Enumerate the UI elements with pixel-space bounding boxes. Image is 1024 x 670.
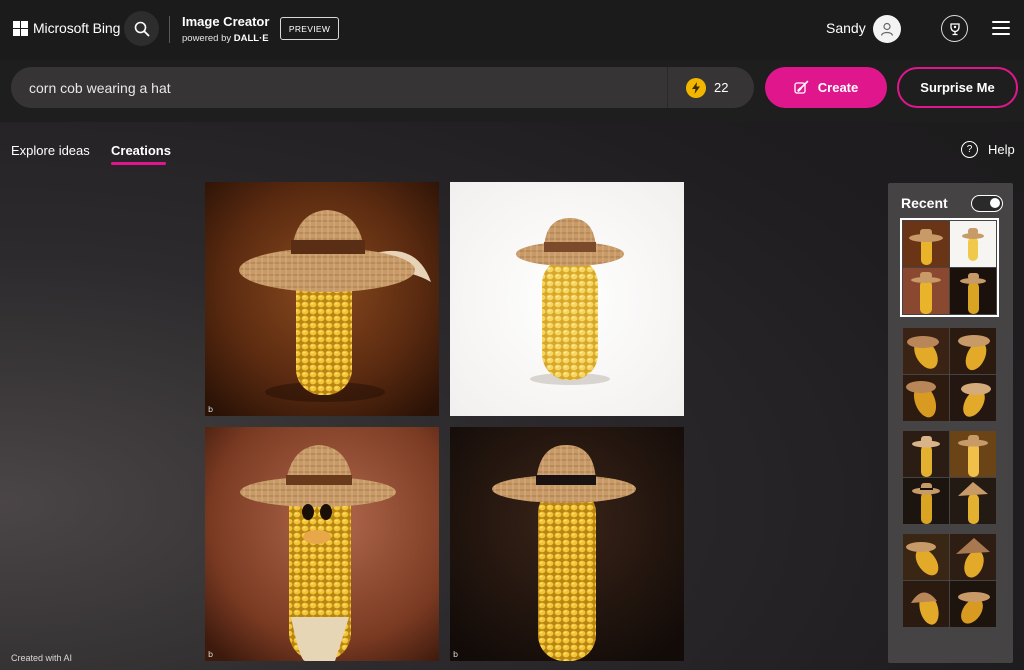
recent-thumb [950,431,996,477]
powered-by: powered by DALL·E [182,33,269,44]
microsoft-logo-icon [13,20,28,36]
recent-thumb [950,328,996,374]
user-name[interactable]: Sandy [826,20,866,36]
avatar[interactable] [873,15,901,43]
menu-button[interactable] [992,21,1010,35]
recent-thumb [903,221,949,267]
recent-thumb [903,375,949,421]
header-divider [169,16,170,43]
trophy-icon [949,22,960,35]
corn-image-illustration [205,182,439,416]
search-button[interactable] [124,11,159,46]
surprise-me-button[interactable]: Surprise Me [897,67,1018,108]
recent-set-1[interactable] [900,218,999,317]
ai-watermark: b [208,650,214,659]
recent-thumb [950,534,996,580]
recent-set-3[interactable] [903,431,996,524]
product-title[interactable]: Image Creator [182,14,269,29]
powered-by-prefix: powered by [182,33,232,44]
ai-watermark: b [208,405,214,414]
recent-thumb [903,534,949,580]
help-label: Help [988,142,1015,157]
tab-creations[interactable]: Creations [111,143,171,158]
brand-name: Microsoft Bing [33,20,121,36]
hamburger-icon-line [992,33,1010,35]
lightning-coin-icon [686,77,706,98]
recent-panel: Recent [888,183,1013,663]
recent-toggle[interactable] [971,195,1003,212]
recent-thumb [903,478,949,524]
create-button[interactable]: Create [765,67,887,108]
ai-watermark: b [453,650,459,659]
recent-thumb [950,221,996,267]
recent-thumb [950,478,996,524]
user-icon [880,22,894,36]
powered-by-name: DALL·E [233,33,269,44]
corn-image-illustration [450,182,684,416]
recent-set-2[interactable] [903,328,996,421]
tab-explore-ideas[interactable]: Explore ideas [11,143,90,158]
rewards-button[interactable] [941,15,968,42]
brush-icon [794,80,809,94]
active-tab-indicator [111,162,166,165]
generated-image-3[interactable]: b [205,427,439,661]
create-label: Create [817,80,859,95]
generated-image-2[interactable] [450,182,684,416]
recent-thumb [903,268,949,314]
prompt-box: 22 [11,67,754,108]
prompt-input[interactable] [11,67,667,108]
hamburger-icon-line [992,27,1010,29]
recent-thumb [950,375,996,421]
recent-thumb [903,581,949,627]
created-with-ai-note: Created with AI [11,653,73,663]
recent-thumb [903,328,949,374]
recent-thumb [950,581,996,627]
bing-logo[interactable]: Microsoft Bing [13,20,120,36]
recent-title: Recent [901,195,948,211]
top-bar: Microsoft Bing Image Creator powered by … [0,0,1024,60]
corn-image-illustration [205,427,439,661]
boost-counter[interactable]: 22 [668,77,754,98]
question-circle-icon: ? [961,141,978,158]
generated-image-1[interactable]: b [205,182,439,416]
boost-count: 22 [714,80,729,95]
toggle-knob [990,198,1000,208]
hamburger-icon [992,21,1010,23]
generated-image-4[interactable]: b [450,427,684,661]
preview-badge: PREVIEW [280,17,339,40]
corn-image-illustration [450,427,684,661]
recent-set-4[interactable] [903,534,996,627]
search-icon [134,21,149,36]
help-button[interactable]: ? Help [961,141,1015,158]
recent-thumb [903,431,949,477]
recent-thumb [950,268,996,314]
